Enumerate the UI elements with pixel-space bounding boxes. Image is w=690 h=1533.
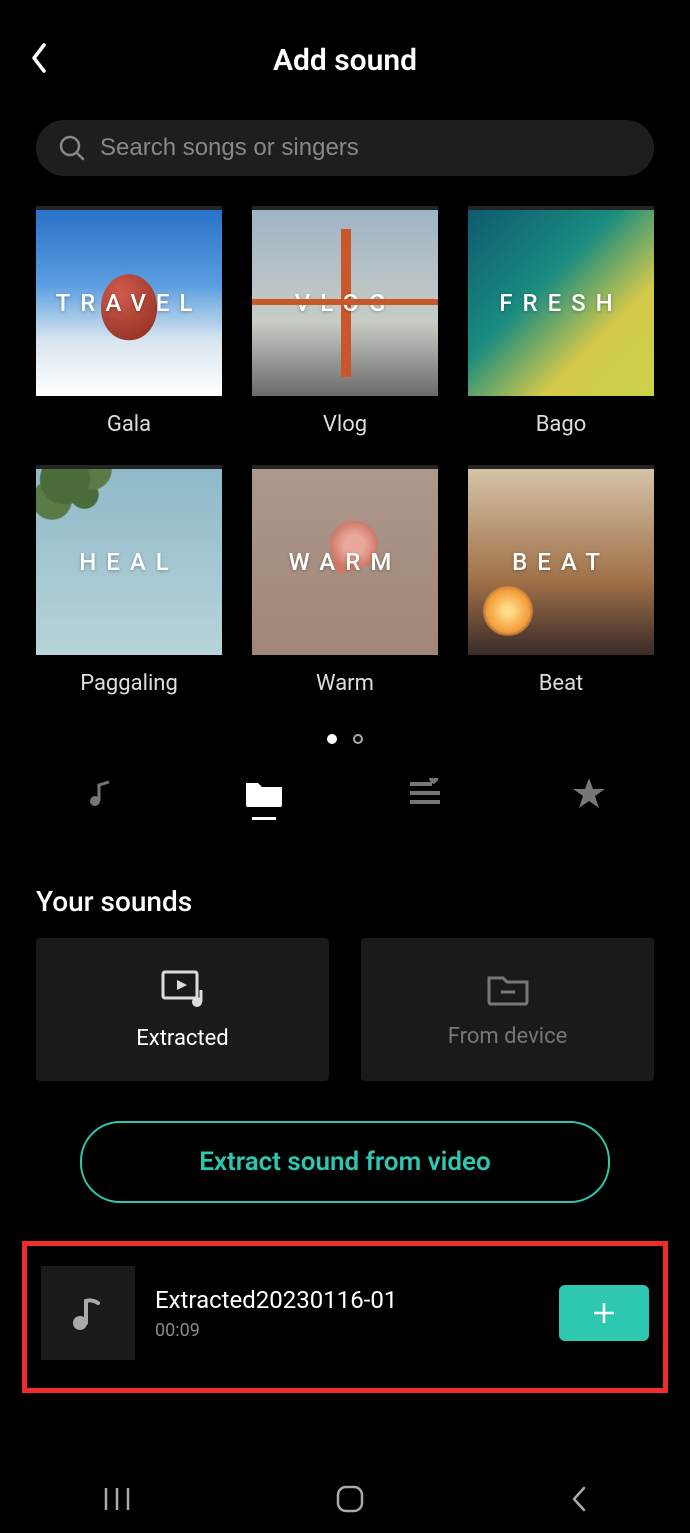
back-button[interactable]	[28, 41, 50, 79]
category-label: Vlog	[252, 412, 438, 437]
sound-name: Extracted20230116-01	[155, 1286, 539, 1314]
sound-info: Extracted20230116-01 00:09	[155, 1286, 539, 1341]
star-icon	[572, 776, 606, 810]
category-thumb: TRAVEL	[36, 210, 222, 396]
search-input[interactable]	[100, 134, 632, 162]
category-label: Gala	[36, 412, 222, 437]
extract-icon	[159, 968, 207, 1010]
back-icon	[568, 1484, 588, 1514]
tab-playlist[interactable]	[396, 778, 456, 819]
plus-icon	[591, 1300, 617, 1326]
category-overlay: TRAVEL	[36, 289, 222, 317]
extract-sound-button[interactable]: Extract sound from video	[80, 1121, 610, 1203]
sound-duration: 00:09	[155, 1320, 539, 1341]
category-thumb: BEAT	[468, 469, 654, 655]
tab-music[interactable]	[71, 777, 131, 820]
source-label: Extracted	[136, 1026, 228, 1051]
category-overlay: VLOG	[252, 289, 438, 317]
category-grid: TRAVEL Gala VLOG Vlog FRESH Bago HEAL Pa…	[0, 196, 690, 712]
source-extracted[interactable]: Extracted	[36, 938, 329, 1081]
category-bago[interactable]: FRESH Bago	[468, 210, 654, 437]
category-gala[interactable]: TRAVEL Gala	[36, 210, 222, 437]
nav-recents[interactable]	[102, 1486, 132, 1516]
pager-dot[interactable]	[353, 734, 363, 744]
sound-sources: Extracted From device	[0, 938, 690, 1081]
category-label: Warm	[252, 671, 438, 696]
nav-home[interactable]	[335, 1484, 365, 1518]
page-title: Add sound	[273, 43, 417, 78]
category-overlay: FRESH	[468, 289, 654, 317]
nav-back[interactable]	[568, 1484, 588, 1518]
category-beat[interactable]: BEAT Beat	[468, 469, 654, 696]
search-icon	[58, 134, 86, 162]
recents-icon	[102, 1486, 132, 1512]
category-warm[interactable]: WARM Warm	[252, 469, 438, 696]
folder-icon	[244, 777, 284, 809]
add-sound-button[interactable]	[559, 1285, 649, 1341]
category-thumb: VLOG	[252, 210, 438, 396]
page-indicator	[0, 712, 690, 758]
header: Add sound	[0, 0, 690, 120]
source-device[interactable]: From device	[361, 938, 654, 1081]
system-nav-bar	[0, 1469, 690, 1533]
category-label: Bago	[468, 412, 654, 437]
tab-favorites[interactable]	[559, 776, 619, 821]
music-note-icon	[68, 1293, 108, 1333]
music-note-icon	[85, 777, 117, 809]
category-overlay: WARM	[252, 548, 438, 576]
source-label: From device	[448, 1024, 568, 1049]
category-label: Beat	[468, 671, 654, 696]
category-label: Paggaling	[36, 671, 222, 696]
category-overlay: HEAL	[36, 548, 222, 576]
highlighted-sound-container: Extracted20230116-01 00:09	[22, 1241, 668, 1393]
category-vlog[interactable]: VLOG Vlog	[252, 210, 438, 437]
sound-item[interactable]: Extracted20230116-01 00:09	[27, 1266, 663, 1360]
sound-thumb	[41, 1266, 135, 1360]
folder-minus-icon	[485, 970, 531, 1008]
category-thumb: FRESH	[468, 210, 654, 396]
search-bar[interactable]	[36, 120, 654, 176]
category-thumb: WARM	[252, 469, 438, 655]
category-thumb: HEAL	[36, 469, 222, 655]
category-overlay: BEAT	[468, 548, 654, 576]
category-paggaling[interactable]: HEAL Paggaling	[36, 469, 222, 696]
pager-dot-active[interactable]	[327, 734, 337, 744]
section-title: Your sounds	[0, 845, 690, 938]
tab-folder[interactable]	[234, 777, 294, 820]
home-icon	[335, 1484, 365, 1514]
chevron-left-icon	[28, 41, 50, 75]
list-heart-icon	[408, 778, 444, 808]
search-container	[0, 120, 690, 196]
tab-bar	[0, 758, 690, 845]
